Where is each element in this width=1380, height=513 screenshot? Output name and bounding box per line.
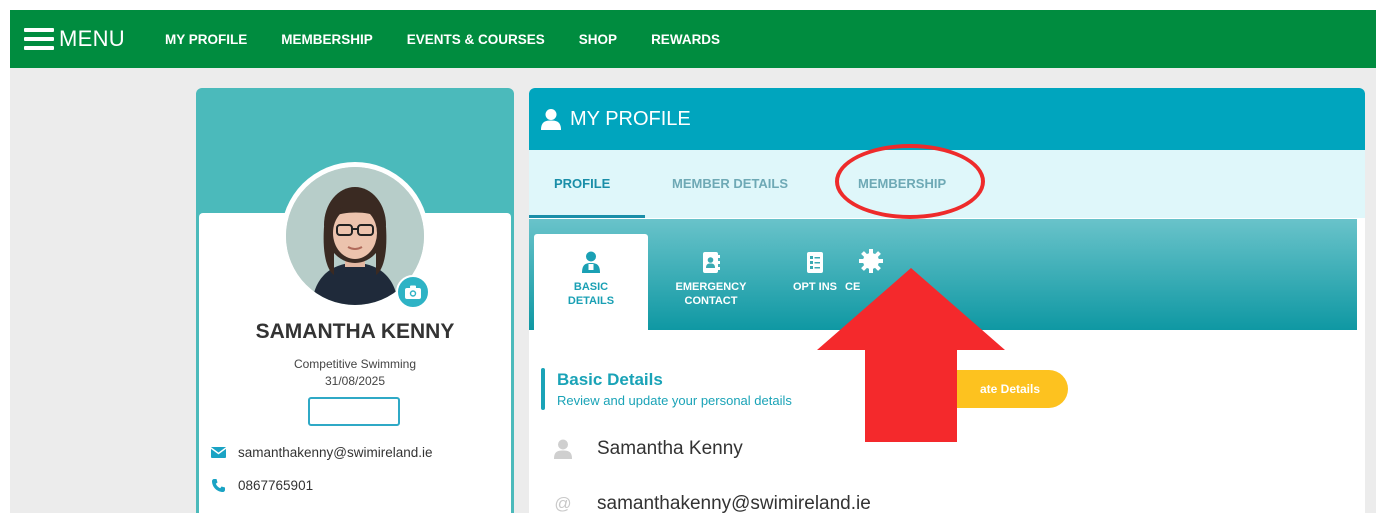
section-title: Basic Details [557,370,663,389]
detail-email-row: @ samanthakenny@swimireland.ie [551,493,871,513]
panel-header: MY PROFILE [529,88,1365,150]
top-navigation: MENU MY PROFILE MEMBERSHIP EVENTS & COUR… [10,10,1376,68]
section-accent-bar [541,368,545,410]
tab-profile[interactable]: PROFILE [554,176,610,191]
contact-email-row: samanthakenny@swimireland.ie [208,445,433,460]
user-badge-icon [582,249,600,273]
member-name: SAMANTHA KENNY [255,320,455,343]
address-book-icon [702,249,720,273]
detail-full-name: Samantha Kenny [597,438,743,459]
highlight-circle-annotation [835,144,985,219]
subtab-basic-details[interactable]: BASIC DETAILS [550,249,632,308]
detail-email: samanthakenny@swimireland.ie [597,493,871,513]
nav-membership[interactable]: MEMBERSHIP [281,32,373,47]
envelope-icon [208,447,228,458]
nav-shop[interactable]: SHOP [579,32,617,47]
arrow-up-icon [817,268,1005,442]
membership-status-button[interactable] [308,397,400,426]
person-icon [551,439,575,459]
phone-icon [208,478,228,493]
detail-name-row: Samantha Kenny [551,438,743,460]
contact-email: samanthakenny@swimireland.ie [238,445,433,460]
active-tab-indicator [529,215,645,218]
contact-phone-row: 0867765901 [208,478,313,493]
subtab-emergency-contact[interactable]: EMERGENCY CONTACT [670,249,752,308]
nav-my-profile[interactable]: MY PROFILE [165,32,247,47]
hamburger-icon [24,28,54,50]
at-sign-icon: @ [554,494,572,513]
tab-member-details[interactable]: MEMBER DETAILS [672,176,788,191]
subtab-basic-details-label: BASIC DETAILS [567,281,615,307]
user-icon [541,109,561,130]
change-photo-button[interactable] [396,275,430,309]
camera-icon [405,285,421,299]
contact-phone: 0867765901 [238,478,314,493]
subtab-emergency-contact-label: EMERGENCY CONTACT [675,281,747,307]
nav-rewards[interactable]: REWARDS [651,32,720,47]
section-subtitle: Review and update your personal details [557,393,792,408]
menu-button[interactable]: MENU [24,26,125,52]
nav-events-courses[interactable]: EVENTS & COURSES [407,32,545,47]
panel-title: MY PROFILE [570,107,691,130]
member-date: 31/08/2025 [324,374,386,388]
member-category: Competitive Swimming [293,357,417,371]
menu-label: MENU [59,26,125,51]
